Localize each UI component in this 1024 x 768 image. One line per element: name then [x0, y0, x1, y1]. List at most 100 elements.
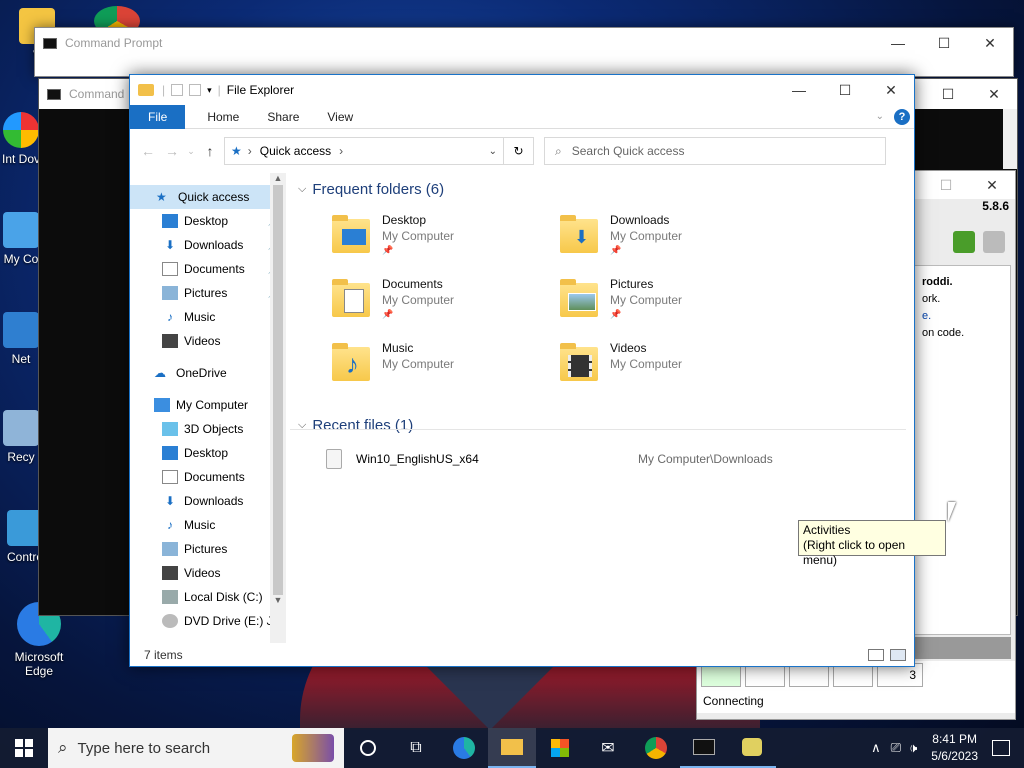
nav-qa-pictures[interactable]: Pictures📌 — [130, 281, 286, 305]
nav-qa-music[interactable]: ♪ Music — [130, 305, 286, 329]
minimize-button[interactable]: — — [875, 28, 921, 58]
quick-access-toolbar-dropdown[interactable]: ▾ — [207, 85, 212, 96]
cmd-icon — [43, 37, 57, 49]
downloads-folder-icon: ⬇ — [560, 215, 598, 253]
tooltip-line: (Right click to open menu) — [803, 538, 906, 567]
folder-tile-documents[interactable]: Documents My Computer 📌 — [328, 277, 548, 337]
large-icons-view-icon[interactable] — [890, 649, 906, 661]
nav-label: Pictures — [184, 286, 228, 300]
activities-tooltip: Activities (Right click to open menu) — [798, 520, 946, 567]
nav-pc-documents[interactable]: Documents — [130, 465, 286, 489]
address-dropdown[interactable]: ⌄ — [489, 146, 497, 157]
task-view-button[interactable]: ⧉ — [392, 728, 440, 768]
scroll-thumb[interactable] — [273, 185, 283, 595]
command-prompt-window[interactable]: Command Prompt — ☐ ✕ — [34, 27, 1014, 77]
minimize-button[interactable]: — — [776, 75, 822, 105]
network-icon — [3, 312, 39, 348]
folder-name: Music — [382, 341, 414, 355]
edge-taskbar-button[interactable] — [440, 728, 488, 768]
mail-taskbar-button[interactable]: ✉ — [584, 728, 632, 768]
nav-label: Local Disk (C:) — [184, 590, 263, 604]
folder-tile-desktop[interactable]: Desktop My Computer 📌 — [328, 213, 548, 273]
network-icon[interactable]: ⎚ — [891, 740, 901, 756]
group-title: Frequent folders (6) — [312, 180, 445, 198]
taskbar-search-box[interactable]: ⌕ Type here to search — [48, 728, 344, 768]
cmd-taskbar-button[interactable] — [680, 728, 728, 768]
maximize-button[interactable]: ☐ — [923, 170, 969, 200]
start-button[interactable] — [0, 728, 48, 768]
folder-tile-music[interactable]: ♪ Music My Computer — [328, 341, 548, 401]
notifications-icon[interactable] — [992, 740, 1010, 756]
close-button[interactable]: ✕ — [969, 170, 1015, 200]
cmd-icon — [47, 88, 61, 100]
recent-locations-dropdown[interactable]: ⌄ — [184, 146, 198, 157]
nav-pc-pictures[interactable]: Pictures — [130, 537, 286, 561]
app-taskbar-button[interactable] — [728, 728, 776, 768]
folder-tile-pictures[interactable]: Pictures My Computer 📌 — [556, 277, 776, 337]
nav-qa-desktop[interactable]: Desktop📌 — [130, 209, 286, 233]
new-folder-icon[interactable] — [189, 84, 202, 96]
up-button[interactable]: ↑ — [198, 143, 222, 159]
nav-pc-local-disk[interactable]: Local Disk (C:) — [130, 585, 286, 609]
item-count: 7 items — [144, 648, 183, 662]
nav-pc-3d-objects[interactable]: 3D Objects — [130, 417, 286, 441]
recent-files-header[interactable]: ⌵ Recent files (1) — [294, 411, 413, 439]
folder-name: Videos — [610, 341, 647, 355]
nav-qa-videos[interactable]: Videos — [130, 329, 286, 353]
search-box[interactable]: ⌕ Search Quick access — [544, 137, 886, 165]
close-button[interactable]: ✕ — [967, 28, 1013, 58]
file-explorer-taskbar-button[interactable] — [488, 728, 536, 768]
cmd-scrollbar[interactable] — [1003, 109, 1017, 169]
show-hidden-icons-chevron-icon[interactable]: ∧ — [871, 740, 881, 756]
nav-pc-videos[interactable]: Videos — [130, 561, 286, 585]
maximize-button[interactable]: ☐ — [822, 75, 868, 105]
file-explorer-window[interactable]: | ▾ | File Explorer — ☐ ✕ File Home Shar… — [129, 74, 915, 667]
details-view-icon[interactable] — [868, 649, 884, 661]
app-link[interactable]: e. — [922, 308, 1010, 325]
nav-pc-music[interactable]: ♪ Music — [130, 513, 286, 537]
folder-tile-downloads[interactable]: ⬇ Downloads My Computer 📌 — [556, 213, 776, 273]
nav-quick-access[interactable]: ★ Quick access — [130, 185, 286, 209]
upload-icon[interactable] — [953, 231, 975, 253]
chrome-taskbar-button[interactable] — [632, 728, 680, 768]
tab-share[interactable]: Share — [253, 105, 313, 129]
cortana-button[interactable] — [344, 728, 392, 768]
scroll-down-arrow[interactable]: ▼ — [270, 595, 286, 605]
close-button[interactable]: ✕ — [868, 75, 914, 105]
tab-view[interactable]: View — [313, 105, 367, 129]
nav-qa-downloads[interactable]: ⬇ Downloads📌 — [130, 233, 286, 257]
nav-onedrive[interactable]: ☁ OneDrive — [130, 361, 286, 385]
frequent-folders-header[interactable]: ⌵ Frequent folders (6) — [294, 175, 444, 203]
address-bar[interactable]: ★ › Quick access › ⌄ — [224, 137, 504, 165]
nav-scrollbar[interactable]: ▲ ▼ — [270, 173, 286, 643]
nav-qa-documents[interactable]: Documents📌 — [130, 257, 286, 281]
music-note-icon: ♪ — [167, 310, 173, 324]
scroll-up-arrow[interactable]: ▲ — [270, 173, 286, 183]
volume-icon[interactable]: 🕩 — [909, 740, 917, 756]
maximize-button[interactable]: ☐ — [925, 79, 971, 109]
recent-file-row[interactable]: Win10_EnglishUS_x64 My Computer\Download… — [326, 447, 906, 471]
cmd-titlebar[interactable]: Command Prompt — ☐ ✕ — [35, 28, 1013, 58]
tab-file[interactable]: File — [130, 104, 186, 129]
folder-tile-videos[interactable]: Videos My Computer — [556, 341, 776, 401]
document-icon — [162, 470, 178, 484]
help-icon[interactable]: ? — [894, 108, 910, 125]
back-button[interactable]: ← — [136, 143, 160, 159]
nav-my-computer[interactable]: My Computer — [130, 393, 286, 417]
tab-home[interactable]: Home — [185, 105, 253, 129]
store-taskbar-button[interactable] — [536, 728, 584, 768]
document-icon — [162, 262, 178, 276]
forward-button[interactable]: → — [160, 143, 184, 159]
nav-pc-dvd-drive[interactable]: DVD Drive (E:) J_ — [130, 609, 286, 629]
search-icon: ⌕ — [555, 143, 562, 158]
trash-icon[interactable] — [983, 231, 1005, 253]
properties-icon[interactable] — [171, 84, 184, 96]
nav-pc-desktop[interactable]: Desktop — [130, 441, 286, 465]
close-button[interactable]: ✕ — [971, 79, 1017, 109]
clock[interactable]: 8:41 PM 5/6/2023 — [931, 731, 978, 765]
refresh-button[interactable]: ↻ — [504, 137, 534, 165]
ribbon-expand-icon[interactable]: ⌄ — [876, 111, 884, 122]
maximize-button[interactable]: ☐ — [921, 28, 967, 58]
nav-pc-downloads[interactable]: ⬇ Downloads — [130, 489, 286, 513]
fe-titlebar[interactable]: | ▾ | File Explorer — ☐ ✕ — [130, 75, 914, 105]
